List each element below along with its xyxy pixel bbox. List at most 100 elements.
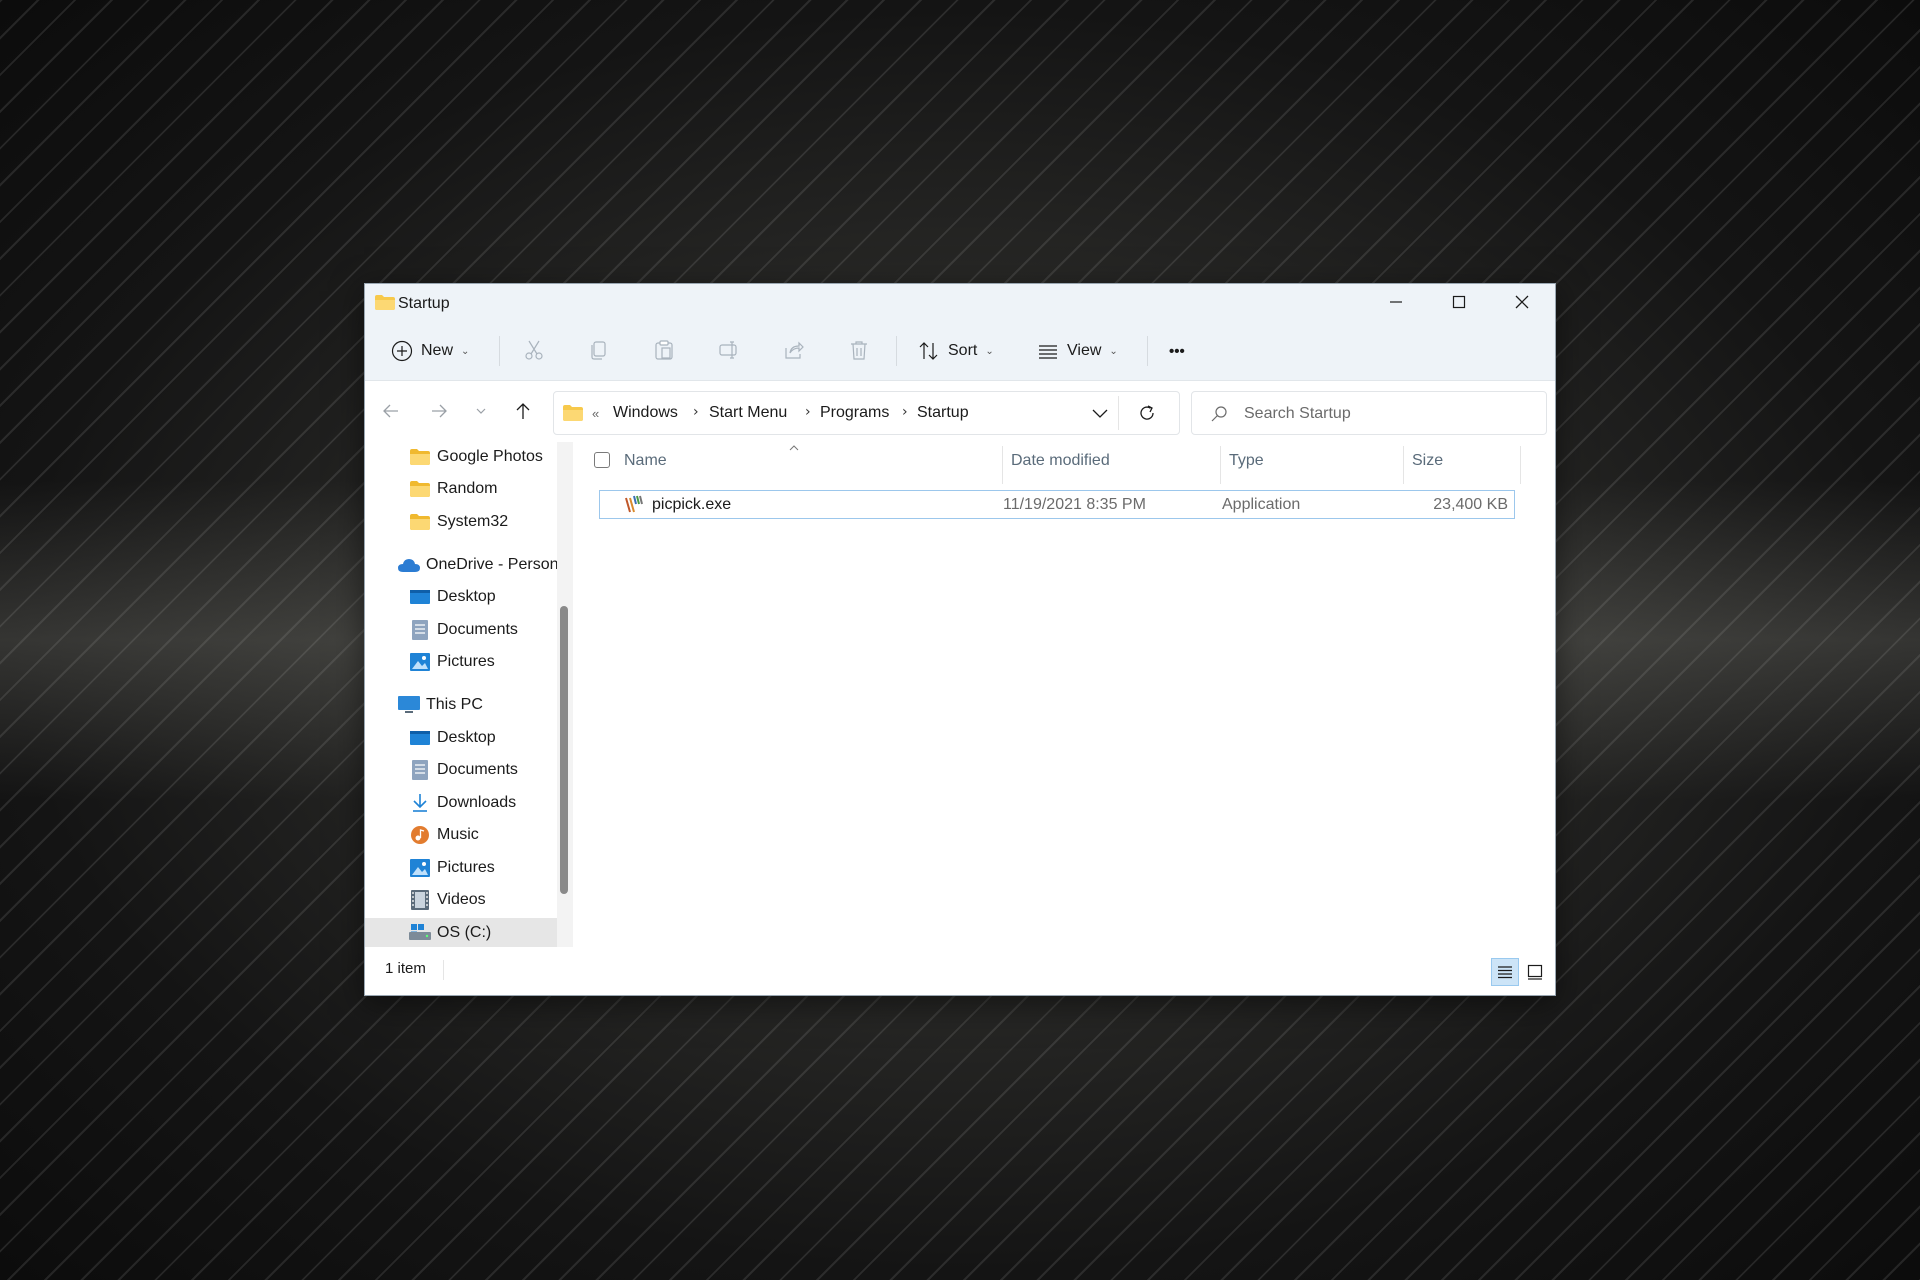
pictures-icon (409, 652, 431, 672)
forward-button[interactable] (427, 399, 451, 423)
trash-icon (851, 341, 867, 360)
share-icon (785, 341, 804, 359)
sidebar-item-onedrive-pictures[interactable]: Pictures (365, 647, 557, 677)
chevron-down-icon[interactable] (1091, 406, 1109, 420)
view-button[interactable]: View ⌄ (1037, 334, 1118, 368)
rename-button[interactable] (717, 338, 741, 362)
sidebar-item-downloads[interactable]: Downloads (365, 788, 557, 818)
file-list: Name Date modified Type Size picpick.exe… (574, 442, 1555, 947)
breadcrumb-programs[interactable]: Programs (820, 404, 889, 422)
sidebar-item-this-pc[interactable]: This PC (365, 690, 557, 720)
rename-icon (719, 341, 737, 359)
sidebar-item-label: Desktop (437, 588, 496, 605)
column-header-type[interactable]: Type (1229, 442, 1264, 480)
maximize-icon (1452, 295, 1466, 309)
select-all-checkbox[interactable] (594, 452, 610, 468)
delete-button[interactable] (847, 338, 871, 362)
chevron-right-icon[interactable]: › (693, 404, 699, 420)
column-divider[interactable] (1002, 446, 1003, 484)
search-icon (1211, 406, 1227, 422)
tiles-view-icon (1527, 964, 1543, 980)
sidebar-item-google-photos[interactable]: Google Photos (365, 442, 557, 472)
sidebar-item-label: Documents (437, 761, 518, 778)
title-bar: Startup (365, 284, 1555, 322)
column-divider[interactable] (1520, 446, 1521, 484)
share-button[interactable] (782, 338, 806, 362)
paste-icon (655, 340, 673, 360)
breadcrumb-startup[interactable]: Startup (917, 404, 969, 422)
sidebar-item-onedrive-documents[interactable]: Documents (365, 615, 557, 645)
minimize-icon (1390, 301, 1402, 303)
sidebar-item-random[interactable]: Random (365, 474, 557, 504)
copy-button[interactable] (587, 338, 611, 362)
minimize-button[interactable] (1365, 284, 1427, 320)
sidebar-scrollbar-thumb[interactable] (560, 606, 568, 894)
breadcrumb-windows[interactable]: Windows (613, 404, 678, 422)
chevron-right-icon[interactable]: › (805, 404, 811, 420)
refresh-icon[interactable] (1137, 403, 1157, 423)
navigation-pane: Google Photos Random System32 OneDrive -… (365, 442, 557, 947)
sidebar-item-os-drive[interactable]: OS (C:) (365, 918, 557, 947)
sidebar-item-label: OneDrive - Personal (426, 556, 557, 573)
documents-icon (409, 620, 431, 640)
sidebar-item-videos[interactable]: Videos (365, 885, 557, 915)
sidebar-item-pc-pictures[interactable]: Pictures (365, 853, 557, 883)
sidebar-item-onedrive-desktop[interactable]: Desktop (365, 582, 557, 612)
more-options-button[interactable]: ••• (1169, 334, 1185, 368)
breadcrumb-start-menu[interactable]: Start Menu (709, 404, 787, 422)
sort-ascending-icon (789, 445, 799, 451)
table-row[interactable]: picpick.exe 11/19/2021 8:35 PM Applicati… (599, 490, 1515, 519)
desktop-icon (409, 728, 431, 748)
new-label: New (421, 342, 454, 359)
column-header-label: Size (1412, 452, 1444, 469)
sidebar-item-pc-documents[interactable]: Documents (365, 755, 557, 785)
new-button[interactable]: New ⌄ (391, 334, 469, 368)
sidebar-item-label: System32 (437, 513, 509, 530)
column-divider[interactable] (1220, 446, 1221, 484)
column-header-date-modified[interactable]: Date modified (1011, 442, 1110, 480)
file-explorer-window: Startup New ⌄ Sort ⌄ View ⌄ ••• « Window… (364, 283, 1556, 996)
status-bar: 1 item (365, 947, 1555, 995)
address-bar[interactable]: « Windows › Start Menu › Programs › Star… (553, 391, 1180, 435)
chevron-down-icon: ⌄ (985, 345, 994, 357)
sidebar-item-label: OS (C:) (437, 924, 492, 941)
sidebar-item-onedrive[interactable]: OneDrive - Personal (365, 550, 557, 580)
recent-locations-button[interactable] (469, 399, 493, 423)
back-button[interactable] (379, 399, 403, 423)
drive-icon (409, 923, 431, 943)
file-name: picpick.exe (652, 496, 732, 513)
column-divider[interactable] (1403, 446, 1404, 484)
sidebar-item-pc-desktop[interactable]: Desktop (365, 723, 557, 753)
view-label: View (1067, 342, 1102, 359)
folder-icon (409, 447, 431, 467)
search-box[interactable]: Search Startup (1191, 391, 1547, 435)
folder-icon (409, 512, 431, 532)
divider (1118, 396, 1119, 430)
maximize-button[interactable] (1428, 284, 1490, 320)
paste-button[interactable] (652, 338, 676, 362)
column-header-name[interactable]: Name (624, 442, 667, 480)
divider (499, 336, 500, 366)
desktop-icon (409, 587, 431, 607)
close-button[interactable] (1491, 284, 1553, 320)
divider (1147, 336, 1148, 366)
chevron-right-icon[interactable]: › (902, 404, 908, 420)
sidebar-item-label: Documents (437, 621, 518, 638)
address-overflow[interactable]: « (592, 406, 599, 421)
file-date: 11/19/2021 8:35 PM (1003, 496, 1146, 513)
large-icons-view-button[interactable] (1521, 958, 1549, 986)
navigation-bar: « Windows › Start Menu › Programs › Star… (365, 381, 1555, 441)
column-header-size[interactable]: Size (1412, 442, 1443, 480)
sidebar-item-label: Desktop (437, 729, 496, 746)
sidebar-item-system32[interactable]: System32 (365, 507, 557, 537)
pictures-icon (409, 858, 431, 878)
arrow-left-icon (383, 404, 398, 418)
arrow-right-icon (432, 404, 447, 418)
folder-icon (563, 405, 583, 421)
sort-button[interactable]: Sort ⌄ (918, 334, 994, 368)
details-view-button[interactable] (1491, 958, 1519, 986)
up-button[interactable] (511, 399, 535, 423)
cut-button[interactable] (522, 338, 546, 362)
sidebar-item-music[interactable]: Music (365, 820, 557, 850)
scissors-icon (525, 340, 543, 360)
